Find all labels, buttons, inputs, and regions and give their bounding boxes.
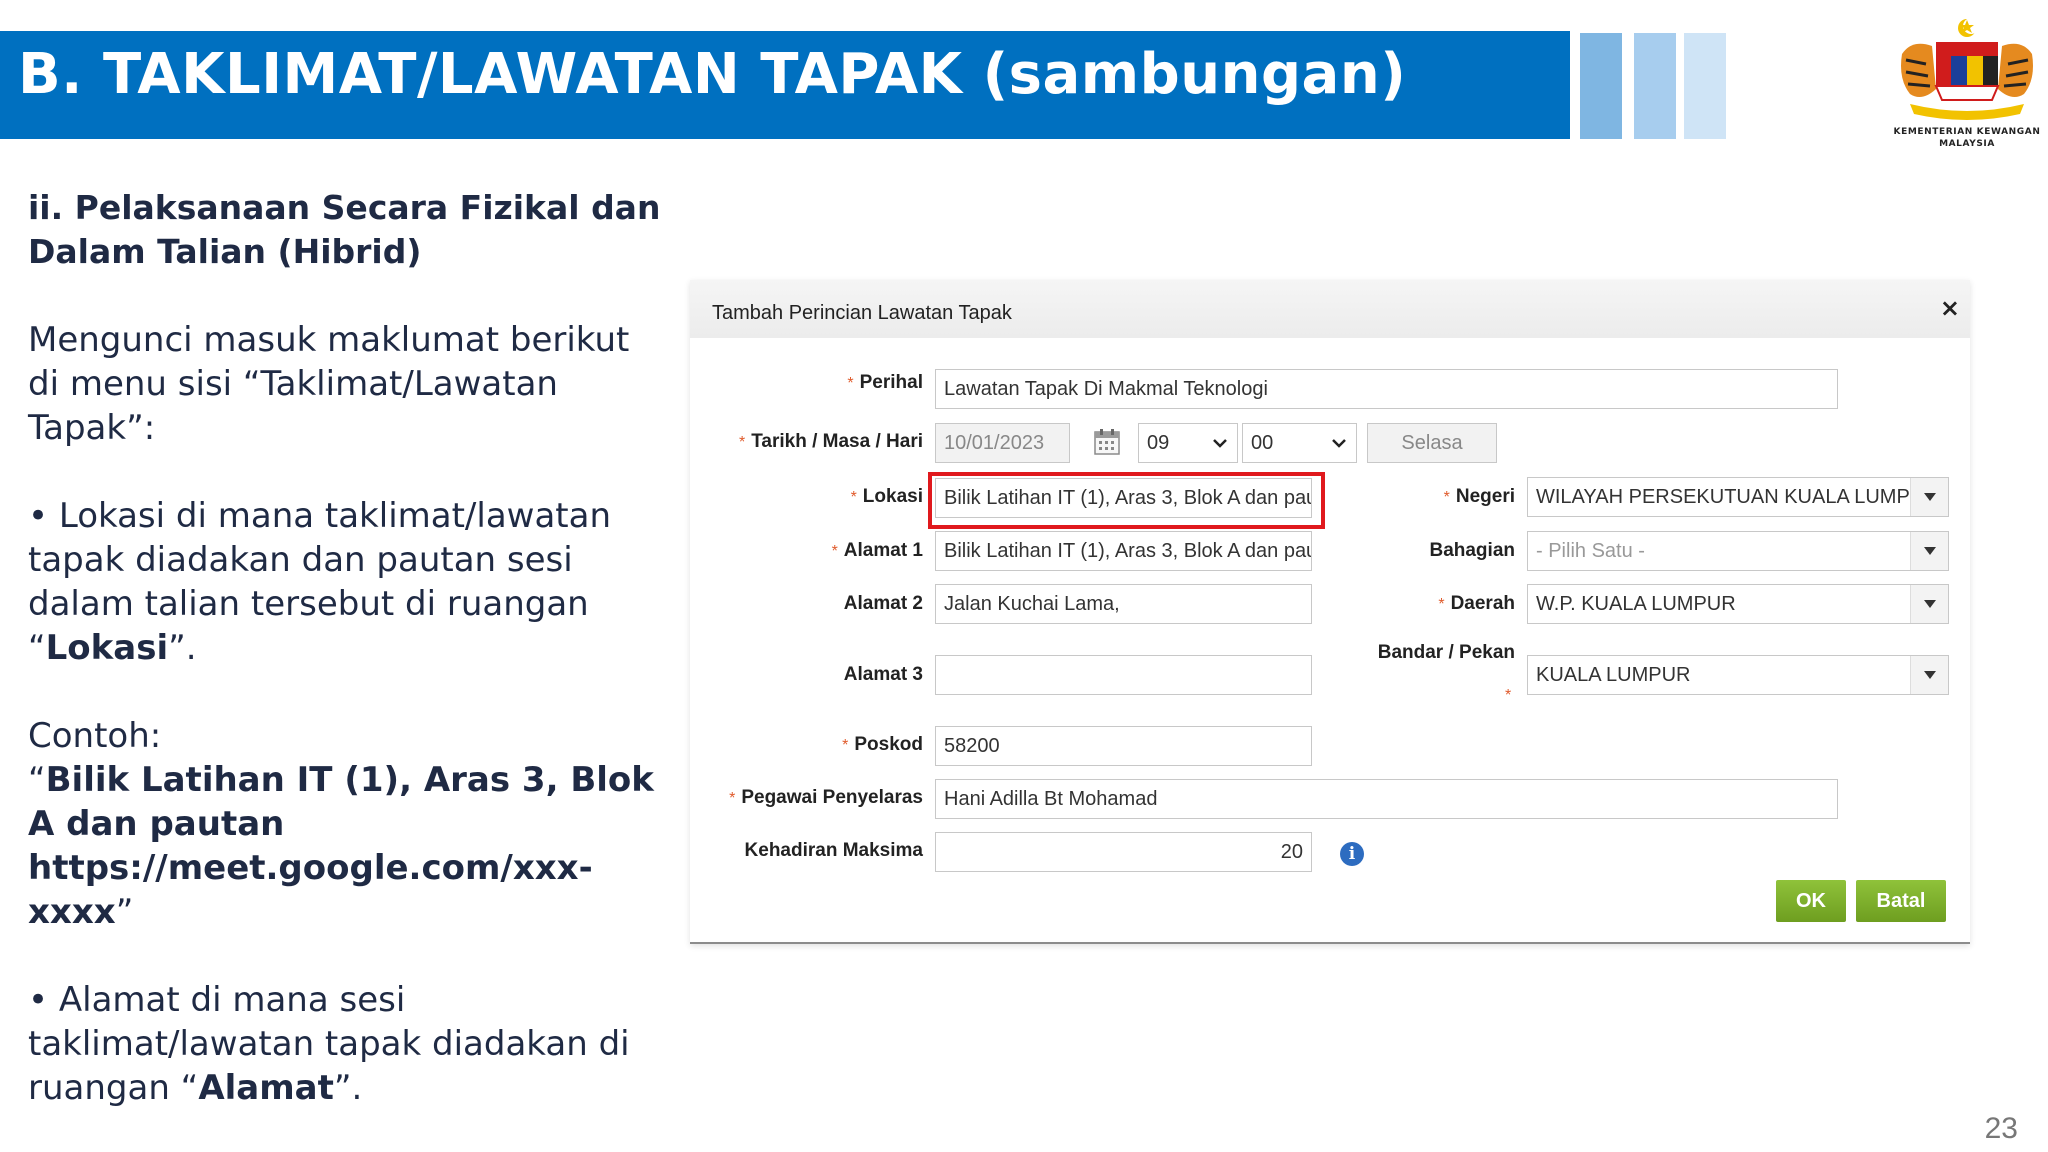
bandar-select[interactable]: KUALA LUMPUR [1527,655,1949,695]
perihal-label-text: Perihal [859,372,923,393]
bahagian-value: - Pilih Satu - [1536,540,1645,562]
example-label: Contoh: [28,716,162,756]
ok-button[interactable]: OK [1776,880,1846,922]
decorative-block [1634,33,1676,139]
daerah-select[interactable]: W.P. KUALA LUMPUR [1527,584,1949,624]
dropdown-arrow-icon [1910,532,1948,570]
page-number: 23 [1984,1112,2018,1145]
example-block: Contoh: “Bilik Latihan IT (1), Aras 3, B… [28,714,668,934]
negeri-select[interactable]: WILAYAH PERSEKUTUAN KUALA LUMPUR [1527,477,1949,517]
lokasi-label-text: Lokasi [862,486,923,507]
minute-value: 00 [1251,432,1274,454]
dropdown-arrow-icon [1910,478,1948,516]
negeri-label-text: Negeri [1455,486,1515,507]
required-mark: * [850,489,857,506]
example-close-quote: ” [115,892,134,932]
daerah-value: W.P. KUALA LUMPUR [1536,593,1736,615]
dropdown-arrow-icon [1910,656,1948,694]
bullet-lokasi: • Lokasi di mana taklimat/lawatan tapak … [28,494,668,670]
ministry-caption: KEMENTERIAN KEWANGAN MALAYSIA [1880,126,2048,150]
day-field: Selasa [1367,423,1497,463]
bullet-alamat: • Alamat di mana sesi taklimat/lawatan t… [28,978,668,1110]
bahagian-label: Bahagian [1429,540,1515,561]
coat-of-arms-logo [1901,18,2033,120]
example-open-quote: “ [28,760,46,800]
required-mark: * [1438,596,1445,613]
hour-select[interactable]: 09 [1138,423,1238,463]
highlight-box [928,472,1325,529]
negeri-value: WILAYAH PERSEKUTUAN KUALA LUMPUR [1536,486,1939,508]
slide-title: B. TAKLIMAT/LAWATAN TAPAK (sambungan) [18,42,1407,107]
chevron-down-icon [1332,439,1346,448]
alamat1-label: * Alamat 1 [832,540,923,562]
cancel-button[interactable]: Batal [1856,880,1946,922]
dialog-header: Tambah Perincian Lawatan Tapak × [690,280,1970,338]
bahagian-select[interactable]: - Pilih Satu - [1527,531,1949,571]
date-input[interactable]: 10/01/2023 [935,423,1070,463]
decorative-block [1684,33,1726,139]
example-text: “Bilik Latihan IT (1), Aras 3, Blok A da… [28,758,668,934]
required-mark: * [1443,489,1450,506]
negeri-label: * Negeri [1444,486,1515,508]
alamat2-input[interactable]: Jalan Kuchai Lama, [935,584,1312,624]
required-mark: * [831,543,838,560]
bandar-required-mark: * [1505,684,1517,706]
section-heading-line2: Dalam Talian (Hibrid) [28,232,422,271]
kehadiran-input[interactable]: 20 [935,832,1312,872]
hour-value: 09 [1147,432,1170,454]
required-mark: * [1505,687,1512,704]
tarikh-label-text: Tarikh / Masa / Hari [751,431,923,452]
required-mark: * [738,434,746,451]
chevron-down-icon [1213,439,1227,448]
section-heading: ii. Pelaksanaan Secara Fizikal dan Dalam… [28,186,668,274]
alamat1-input[interactable]: Bilik Latihan IT (1), Aras 3, Blok A dan… [935,531,1312,571]
dropdown-arrow-icon [1910,585,1948,623]
tarikh-label: * Tarikh / Masa / Hari [739,431,923,453]
pegawai-input[interactable]: Hani Adilla Bt Mohamad [935,779,1838,819]
required-mark: * [842,737,849,754]
instruction-text: ii. Pelaksanaan Secara Fizikal dan Dalam… [28,186,668,1110]
alamat3-input[interactable] [935,655,1312,695]
perihal-input[interactable]: Lawatan Tapak Di Makmal Teknologi [935,369,1838,409]
alamat1-label-text: Alamat 1 [843,540,923,561]
required-mark: * [847,375,854,392]
info-icon[interactable]: i [1340,842,1364,866]
poskod-input[interactable]: 58200 [935,726,1312,766]
poskod-label-text: Poskod [854,734,923,755]
pegawai-label: * Pegawai Penyelaras [729,787,923,809]
bullet-alamat-bold: Alamat [198,1068,334,1108]
alamat3-label: Alamat 3 [843,664,923,685]
bullet-alamat-end: ”. [333,1068,363,1108]
ministry-caption-line2: MALAYSIA [1939,139,1995,149]
minute-select[interactable]: 00 [1242,423,1357,463]
daerah-label: * Daerah [1438,593,1515,615]
kehadiran-label: Kehadiran Maksima [744,840,923,861]
bandar-label: Bandar / Pekan [1377,642,1515,663]
bullet-lokasi-end: ”. [168,628,197,668]
close-icon[interactable]: × [1940,294,1960,322]
calendar-icon[interactable] [1093,428,1121,456]
daerah-label-text: Daerah [1450,593,1515,614]
perihal-label: * Perihal [847,372,923,394]
alamat2-label: Alamat 2 [843,593,923,614]
decorative-block [1580,33,1622,139]
lokasi-label: * Lokasi [851,486,923,508]
bandar-value: KUALA LUMPUR [1536,664,1691,686]
ministry-caption-line1: KEMENTERIAN KEWANGAN [1893,127,2041,137]
section-heading-line1: ii. Pelaksanaan Secara Fizikal dan [28,188,661,227]
intro-paragraph: Mengunci masuk maklumat berikut di menu … [28,320,630,448]
dialog-title: Tambah Perincian Lawatan Tapak [712,302,1012,324]
bullet-lokasi-bold: Lokasi [45,628,169,668]
poskod-label: * Poskod [842,734,923,756]
required-mark: * [729,790,736,807]
pegawai-label-text: Pegawai Penyelaras [741,787,923,808]
